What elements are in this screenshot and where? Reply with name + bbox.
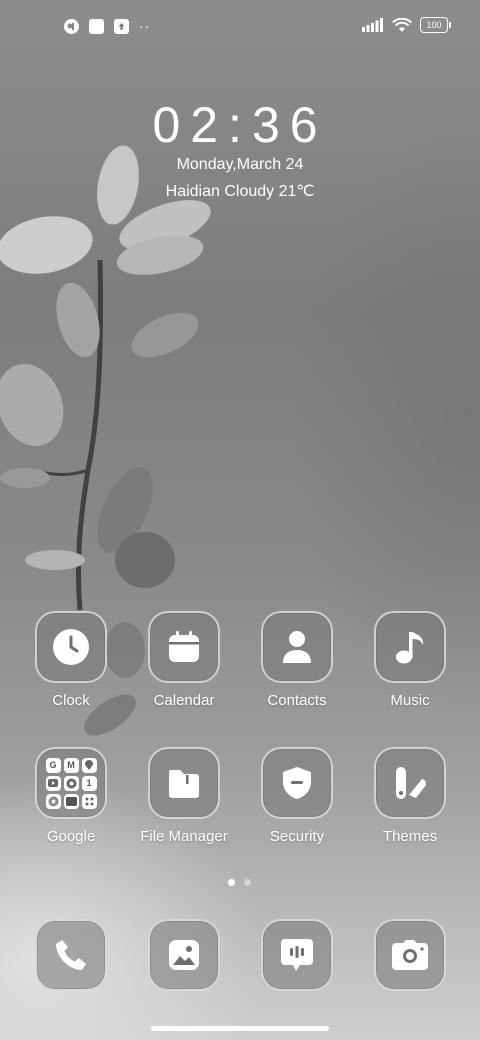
photos-mini-icon [45,793,61,809]
assistant-mini-icon [81,793,97,809]
clock-date[interactable]: Monday,March 24 [0,156,480,174]
messages-icon [261,919,333,991]
app-security[interactable]: Security [241,747,353,845]
dock-phone[interactable] [15,919,127,991]
maps-mini-icon [81,757,97,773]
contacts-icon [261,611,333,683]
page-dot-active[interactable] [228,879,235,886]
app-music[interactable]: Music [354,611,466,709]
app-label-calendar: Calendar [153,692,215,709]
app-contacts[interactable]: Contacts [241,611,353,709]
notification-icons: ·· [64,19,150,34]
folder-icon [148,747,220,819]
youtube-mini-icon [45,775,61,791]
app-label-music: Music [390,692,430,709]
dock-camera[interactable] [354,919,466,991]
gmail-mini-icon: M [63,757,79,773]
wifi-icon [392,17,412,32]
camera-icon [374,919,446,991]
calendar-icon [148,611,220,683]
square-notification-icon [89,19,104,34]
phone-icon [35,919,107,991]
folder-app-grid: G M 1 [45,757,97,809]
clock-icon [35,611,107,683]
system-icons: 100 [362,17,451,33]
app-label-security: Security [269,828,325,845]
music-note-icon [374,611,446,683]
app-calendar[interactable]: Calendar [128,611,240,709]
clock-time[interactable]: 02:36 [0,96,480,154]
gallery-icon [148,919,220,991]
themes-icon [374,747,446,819]
shield-icon [261,747,333,819]
home-gesture-bar[interactable] [151,1026,329,1031]
app-themes[interactable]: Themes [354,747,466,845]
app-label-clock: Clock [52,692,90,709]
page-indicator[interactable] [228,879,251,886]
app-google-folder[interactable]: G M 1 Google [15,747,127,845]
app-label-themes: Themes [382,828,438,845]
page-dot[interactable] [244,879,251,886]
app-label-google: Google [46,828,96,845]
app-clock[interactable]: Clock [15,611,127,709]
app-label-contacts: Contacts [267,692,327,709]
chrome-mini-icon [63,775,79,791]
google-search-mini-icon: G [45,757,61,773]
signal-bars-icon [362,18,383,32]
tv-mini-icon [63,793,79,809]
status-bar: ·· 100 [0,14,480,42]
upload-notification-icon [114,19,129,34]
app-label-file-manager: File Manager [140,828,228,845]
app-file-manager[interactable]: File Manager [128,747,240,845]
dock-gallery[interactable] [128,919,240,991]
battery-indicator: 100 [420,17,451,33]
google-folder-icon: G M 1 [35,747,107,819]
google-one-mini-icon: 1 [81,775,97,791]
weather-info[interactable]: Haidian Cloudy 21℃ [0,181,480,201]
app-notification-icon [64,19,79,34]
more-notifications-indicator: ·· [139,18,151,34]
dock-messages[interactable] [241,919,353,991]
